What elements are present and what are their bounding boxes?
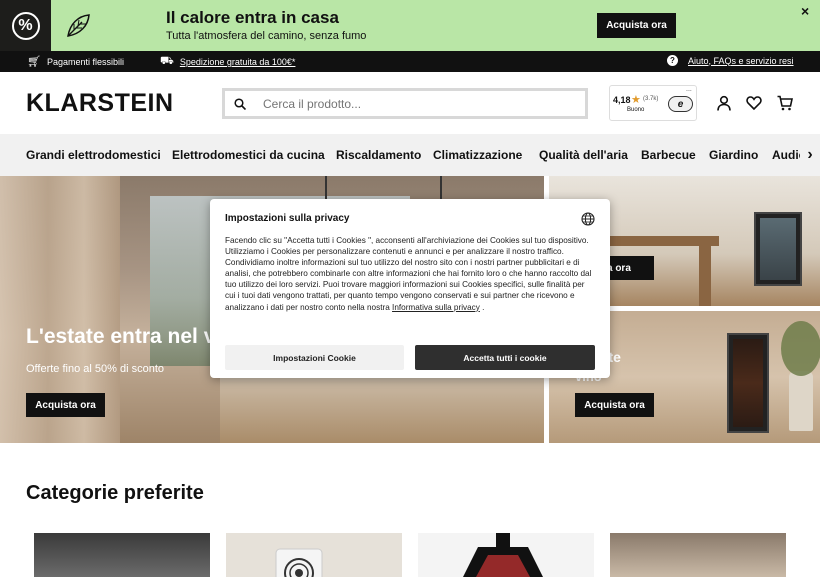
percent-badge: % xyxy=(0,0,51,51)
hero-title: L'estate entra nel v xyxy=(26,325,216,348)
privacy-body-text: Facendo clic su "Accetta tutti i Cookies… xyxy=(225,236,592,312)
desk-leg-image xyxy=(699,246,711,306)
trusted-shops-seal-icon: e xyxy=(668,96,693,112)
plant-image xyxy=(781,321,820,376)
payments-info[interactable]: 🛒︎ Pagamenti flessibili xyxy=(27,55,124,68)
info-bar: 🛒︎ Pagamenti flessibili ⛟ Spedizione gra… xyxy=(0,51,820,72)
trusted-shops-rating[interactable]: 4,18 ★ (3.7k) Buono e ... xyxy=(609,85,697,121)
search-bar[interactable] xyxy=(222,88,588,119)
account-icon[interactable] xyxy=(716,95,732,111)
shipping-link[interactable]: Spedizione gratuita da 100€* xyxy=(180,57,296,67)
fan-heater-image xyxy=(275,548,323,577)
hero-shop-button[interactable]: Acquista ora xyxy=(26,393,105,417)
hero-subtitle: Offerte fino al 50% di sconto xyxy=(26,363,164,375)
globe-icon[interactable] xyxy=(581,212,595,226)
nav-item-climatizzazione[interactable]: Climatizzazione xyxy=(433,148,522,162)
search-input[interactable] xyxy=(263,96,563,111)
promo-title: Il calore entra in casa xyxy=(166,8,339,27)
privacy-modal: Impostazioni sulla privacy Facendo clic … xyxy=(210,199,610,378)
cooker-hood-image xyxy=(463,533,543,577)
side-bottom-shop-button[interactable]: Acquista ora xyxy=(575,393,654,417)
accept-all-cookies-button[interactable]: Accetta tutti i cookie xyxy=(415,345,595,370)
categories-title: Categorie preferite xyxy=(26,482,204,504)
rating-menu-icon[interactable]: ... xyxy=(686,86,692,93)
nav-item-qualita-aria[interactable]: Qualità dell'aria xyxy=(539,148,628,162)
help-info[interactable]: ? Aiuto, FAQs e servizio resi xyxy=(667,55,794,66)
privacy-policy-link[interactable]: Informativa sulla privacy xyxy=(392,303,480,312)
chevron-right-icon[interactable]: › xyxy=(800,144,820,166)
rating-score: 4,18 xyxy=(613,95,631,105)
truck-icon: ⛟ xyxy=(160,55,174,67)
privacy-body-end: . xyxy=(479,302,485,312)
mini-fridge-image xyxy=(754,212,802,286)
cookie-settings-button[interactable]: Impostazioni Cookie xyxy=(225,345,404,370)
category-nav: Grandi elettrodomestici Elettrodomestici… xyxy=(0,134,820,176)
star-icon: ★ xyxy=(631,94,641,106)
cart-icon[interactable] xyxy=(777,95,793,111)
percent-icon: % xyxy=(11,11,40,40)
category-card[interactable] xyxy=(34,533,210,577)
nav-item-elettrodomestici-cucina[interactable]: Elettrodomestici da cucina xyxy=(172,148,325,162)
category-card[interactable] xyxy=(226,533,402,577)
promo-subtitle: Tutta l'atmosfera del camino, senza fumo xyxy=(166,30,367,42)
category-card[interactable] xyxy=(418,533,594,577)
privacy-modal-body: Facendo clic su "Accetta tutti i Cookies… xyxy=(225,235,595,313)
privacy-modal-title: Impostazioni sulla privacy xyxy=(225,213,350,224)
nav-item-barbecue[interactable]: Barbecue xyxy=(641,148,696,162)
help-icon: ? xyxy=(667,55,678,66)
leaf-icon xyxy=(67,14,90,37)
promo-banner: % Il calore entra in casa Tutta l'atmosf… xyxy=(0,0,820,51)
promo-shop-button[interactable]: Acquista ora xyxy=(597,13,676,38)
payments-label: Pagamenti flessibili xyxy=(46,56,125,67)
search-icon xyxy=(234,97,246,110)
shipping-info[interactable]: ⛟ Spedizione gratuita da 100€* xyxy=(160,55,295,69)
logo[interactable]: KLARSTEIN xyxy=(26,89,174,118)
nav-item-giardino[interactable]: Giardino xyxy=(709,148,758,162)
plant-pot-image xyxy=(789,371,813,431)
help-link[interactable]: Aiuto, FAQs e servizio resi xyxy=(688,56,794,66)
rating-word: Buono xyxy=(627,107,645,113)
cart-small-icon: 🛒︎ xyxy=(27,56,41,68)
rating-count: (3.7k) xyxy=(643,96,659,102)
wishlist-heart-icon[interactable] xyxy=(746,95,762,111)
close-icon[interactable]: × xyxy=(801,3,809,19)
nav-item-riscaldamento[interactable]: Riscaldamento xyxy=(336,148,421,162)
category-card[interactable] xyxy=(610,533,786,577)
nav-item-grandi-elettrodomestici[interactable]: Grandi elettrodomestici xyxy=(26,148,161,162)
site-header: KLARSTEIN 4,18 ★ (3.7k) Buono e ... xyxy=(0,72,820,134)
wine-cabinet-image xyxy=(727,333,769,433)
